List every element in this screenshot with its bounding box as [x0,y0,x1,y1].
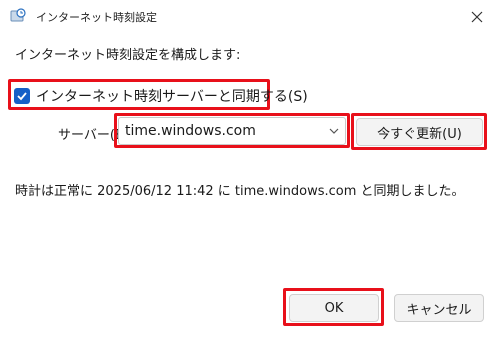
sync-checkbox-label: インターネット時刻サーバーと同期する(S) [36,89,308,105]
cancel-button[interactable]: キャンセル [394,294,484,322]
sync-checkbox[interactable] [14,88,30,104]
sync-status-text: 時計は正常に 2025/06/12 11:42 に time.windows.c… [15,184,465,199]
server-select-value: time.windows.com [125,123,256,139]
section-label: インターネット時刻設定を構成します: [15,48,241,63]
window-title: インターネット時刻設定 [36,11,157,24]
ok-button[interactable]: OK [289,294,379,322]
sync-checkbox-row[interactable]: インターネット時刻サーバーと同期する(S) [14,86,308,106]
update-now-button[interactable]: 今すぐ更新(U) [356,118,483,146]
server-select[interactable]: time.windows.com [118,117,346,145]
close-button[interactable] [454,0,500,34]
clock-globe-icon [10,8,26,22]
close-icon [471,11,483,23]
chevron-down-icon [329,128,339,134]
title-bar: インターネット時刻設定 [0,0,500,34]
checkmark-icon [17,92,27,101]
